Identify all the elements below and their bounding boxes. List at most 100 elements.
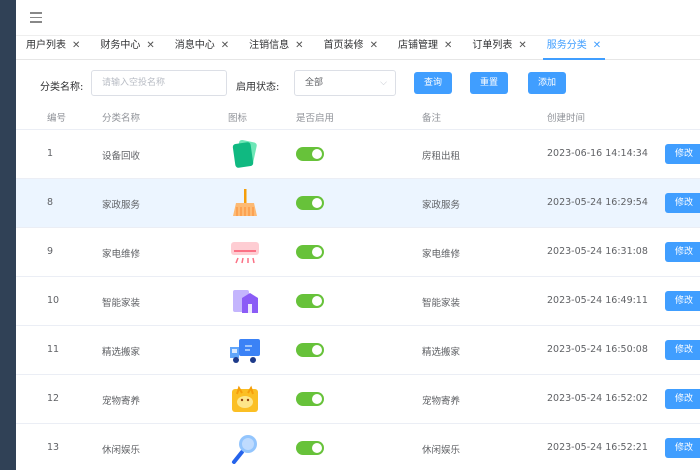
sidebar-edge (0, 0, 16, 470)
edit-button[interactable]: 修改 (665, 242, 700, 262)
cell-created: 2023-05-24 16:29:54 (547, 197, 648, 208)
edit-button[interactable]: 修改 (665, 291, 700, 311)
tab-store-management[interactable]: 店铺管理 ✕ (388, 35, 462, 59)
moving-truck-icon (230, 339, 260, 363)
cell-name: 设备回收 (102, 151, 141, 162)
table-row[interactable]: 11 精选搬家 精选搬家 2023-05-24 16:50:08 修改 (16, 326, 700, 375)
table-row[interactable]: 8 家政服务 家政服务 2023-05-24 16:29:54 修改 (16, 179, 700, 228)
tab-user-list[interactable]: 用户列表 ✕ (16, 35, 90, 59)
status-select[interactable]: 全部 ⌵ (294, 70, 396, 96)
tab-label: 服务分类 (546, 40, 587, 51)
header-name: 分类名称 (102, 113, 141, 124)
table-row[interactable]: 10 智能家装 智能家装 2023-05-24 16:49:11 修改 (16, 277, 700, 326)
tab-label: 店铺管理 (397, 40, 438, 51)
tab-label: 用户列表 (26, 40, 66, 51)
smart-home-icon (233, 290, 258, 313)
tab-label: 首页装修 (323, 40, 364, 51)
close-icon[interactable]: ✕ (518, 40, 526, 51)
edit-button[interactable]: 修改 (665, 144, 700, 164)
cell-remark: 宠物寄养 (422, 396, 461, 407)
cell-id: 8 (47, 197, 54, 208)
enabled-toggle[interactable] (296, 245, 324, 259)
cell-remark: 家电维修 (422, 249, 461, 260)
close-icon[interactable]: ✕ (295, 40, 303, 51)
tab-deregistration[interactable]: 注销信息 ✕ (239, 35, 313, 59)
table-header: 编号 分类名称 图标 是否启用 备注 创建时间 (16, 104, 700, 130)
query-button[interactable]: 查询 (414, 72, 452, 94)
cell-id: 1 (47, 148, 54, 159)
header-enabled: 是否启用 (296, 113, 335, 124)
edit-button[interactable]: 修改 (665, 438, 700, 458)
air-conditioner-icon (231, 242, 259, 264)
badminton-icon (232, 435, 257, 464)
edit-button[interactable]: 修改 (665, 193, 700, 213)
cell-name: 智能家装 (102, 298, 141, 309)
cell-name: 家电维修 (102, 249, 141, 260)
enabled-toggle[interactable] (296, 196, 324, 210)
header-created: 创建时间 (547, 113, 586, 124)
cell-id: 11 (47, 344, 60, 355)
edit-button[interactable]: 修改 (665, 340, 700, 360)
status-select-value: 全部 (305, 78, 324, 88)
close-icon[interactable]: ✕ (370, 40, 378, 51)
cell-created: 2023-05-24 16:52:02 (547, 393, 648, 404)
cell-created: 2023-05-24 16:52:21 (547, 442, 648, 453)
cell-created: 2023-05-24 16:50:08 (547, 344, 648, 355)
top-bar (16, 0, 700, 36)
hamburger-menu-icon[interactable] (30, 12, 42, 23)
status-label: 启用状态: (236, 82, 280, 93)
enabled-toggle[interactable] (296, 294, 324, 308)
tab-label: 注销信息 (249, 40, 290, 51)
enabled-toggle[interactable] (296, 147, 324, 161)
tab-order-list[interactable]: 订单列表 ✕ (462, 35, 536, 59)
cell-id: 9 (47, 246, 54, 257)
close-icon[interactable]: ✕ (72, 40, 80, 51)
add-button[interactable]: 添加 (528, 72, 566, 94)
reset-button[interactable]: 重置 (470, 72, 508, 94)
cell-id: 10 (47, 295, 60, 306)
tab-bar: 用户列表 ✕ 财务中心 ✕ 消息中心 ✕ 注销信息 ✕ 首页装修 ✕ 店铺管理 ✕ 订单列表… (16, 36, 700, 60)
enabled-toggle[interactable] (296, 441, 324, 455)
cell-id: 13 (47, 442, 60, 453)
cell-id: 12 (47, 393, 60, 404)
cell-created: 2023-05-24 16:49:11 (547, 295, 648, 306)
category-name-label: 分类名称: (40, 82, 84, 93)
table-row[interactable]: 12 宠物寄养 宠物寄养 2023-05-24 16:52:02 修改 (16, 375, 700, 424)
tab-service-category[interactable]: 服务分类 ✕ (537, 35, 611, 60)
edit-button[interactable]: 修改 (665, 389, 700, 409)
chevron-down-icon: ⌵ (380, 78, 387, 88)
tab-messages[interactable]: 消息中心 ✕ (165, 35, 239, 59)
tab-label: 订单列表 (472, 40, 513, 51)
header-icon: 图标 (228, 113, 248, 124)
cell-name: 休闲娱乐 (102, 445, 141, 456)
cell-name: 家政服务 (102, 200, 141, 211)
table-row[interactable]: 9 家电维修 家电维修 2023-05-24 16:31:08 修改 (16, 228, 700, 277)
cell-remark: 家政服务 (422, 200, 461, 211)
cell-name: 精选搬家 (102, 347, 141, 358)
tab-home-decoration[interactable]: 首页装修 ✕ (314, 35, 388, 59)
main-panel: 用户列表 ✕ 财务中心 ✕ 消息中心 ✕ 注销信息 ✕ 首页装修 ✕ 店铺管理 ✕ 订单列表… (16, 0, 700, 470)
header-remark: 备注 (422, 113, 442, 124)
close-icon[interactable]: ✕ (146, 40, 154, 51)
enabled-toggle[interactable] (296, 343, 324, 357)
table-row[interactable]: 1 设备回收 房租出租 2023-06-16 14:14:34 修改 (16, 130, 700, 179)
pet-icon (232, 385, 258, 412)
close-icon[interactable]: ✕ (593, 40, 601, 51)
tab-label: 消息中心 (174, 40, 215, 51)
green-cards-icon (232, 139, 257, 168)
close-icon[interactable]: ✕ (444, 40, 452, 51)
enabled-toggle[interactable] (296, 392, 324, 406)
cell-remark: 房租出租 (422, 151, 461, 162)
cell-remark: 休闲娱乐 (422, 445, 461, 456)
table-row[interactable]: 13 休闲娱乐 休闲娱乐 2023-05-24 16:52:21 修改 (16, 424, 700, 470)
header-id: 编号 (47, 113, 67, 124)
close-icon[interactable]: ✕ (221, 40, 229, 51)
cell-remark: 智能家装 (422, 298, 461, 309)
filter-bar: 分类名称: 请输入空投名称 启用状态: 全部 ⌵ 查询 重置 添加 (16, 60, 700, 106)
cell-remark: 精选搬家 (422, 347, 461, 358)
tab-finance[interactable]: 财务中心 ✕ (90, 35, 164, 59)
cell-created: 2023-06-16 14:14:34 (547, 148, 648, 159)
cell-created: 2023-05-24 16:31:08 (547, 246, 648, 257)
tab-label: 财务中心 (100, 40, 141, 51)
category-name-input[interactable]: 请输入空投名称 (91, 70, 227, 96)
